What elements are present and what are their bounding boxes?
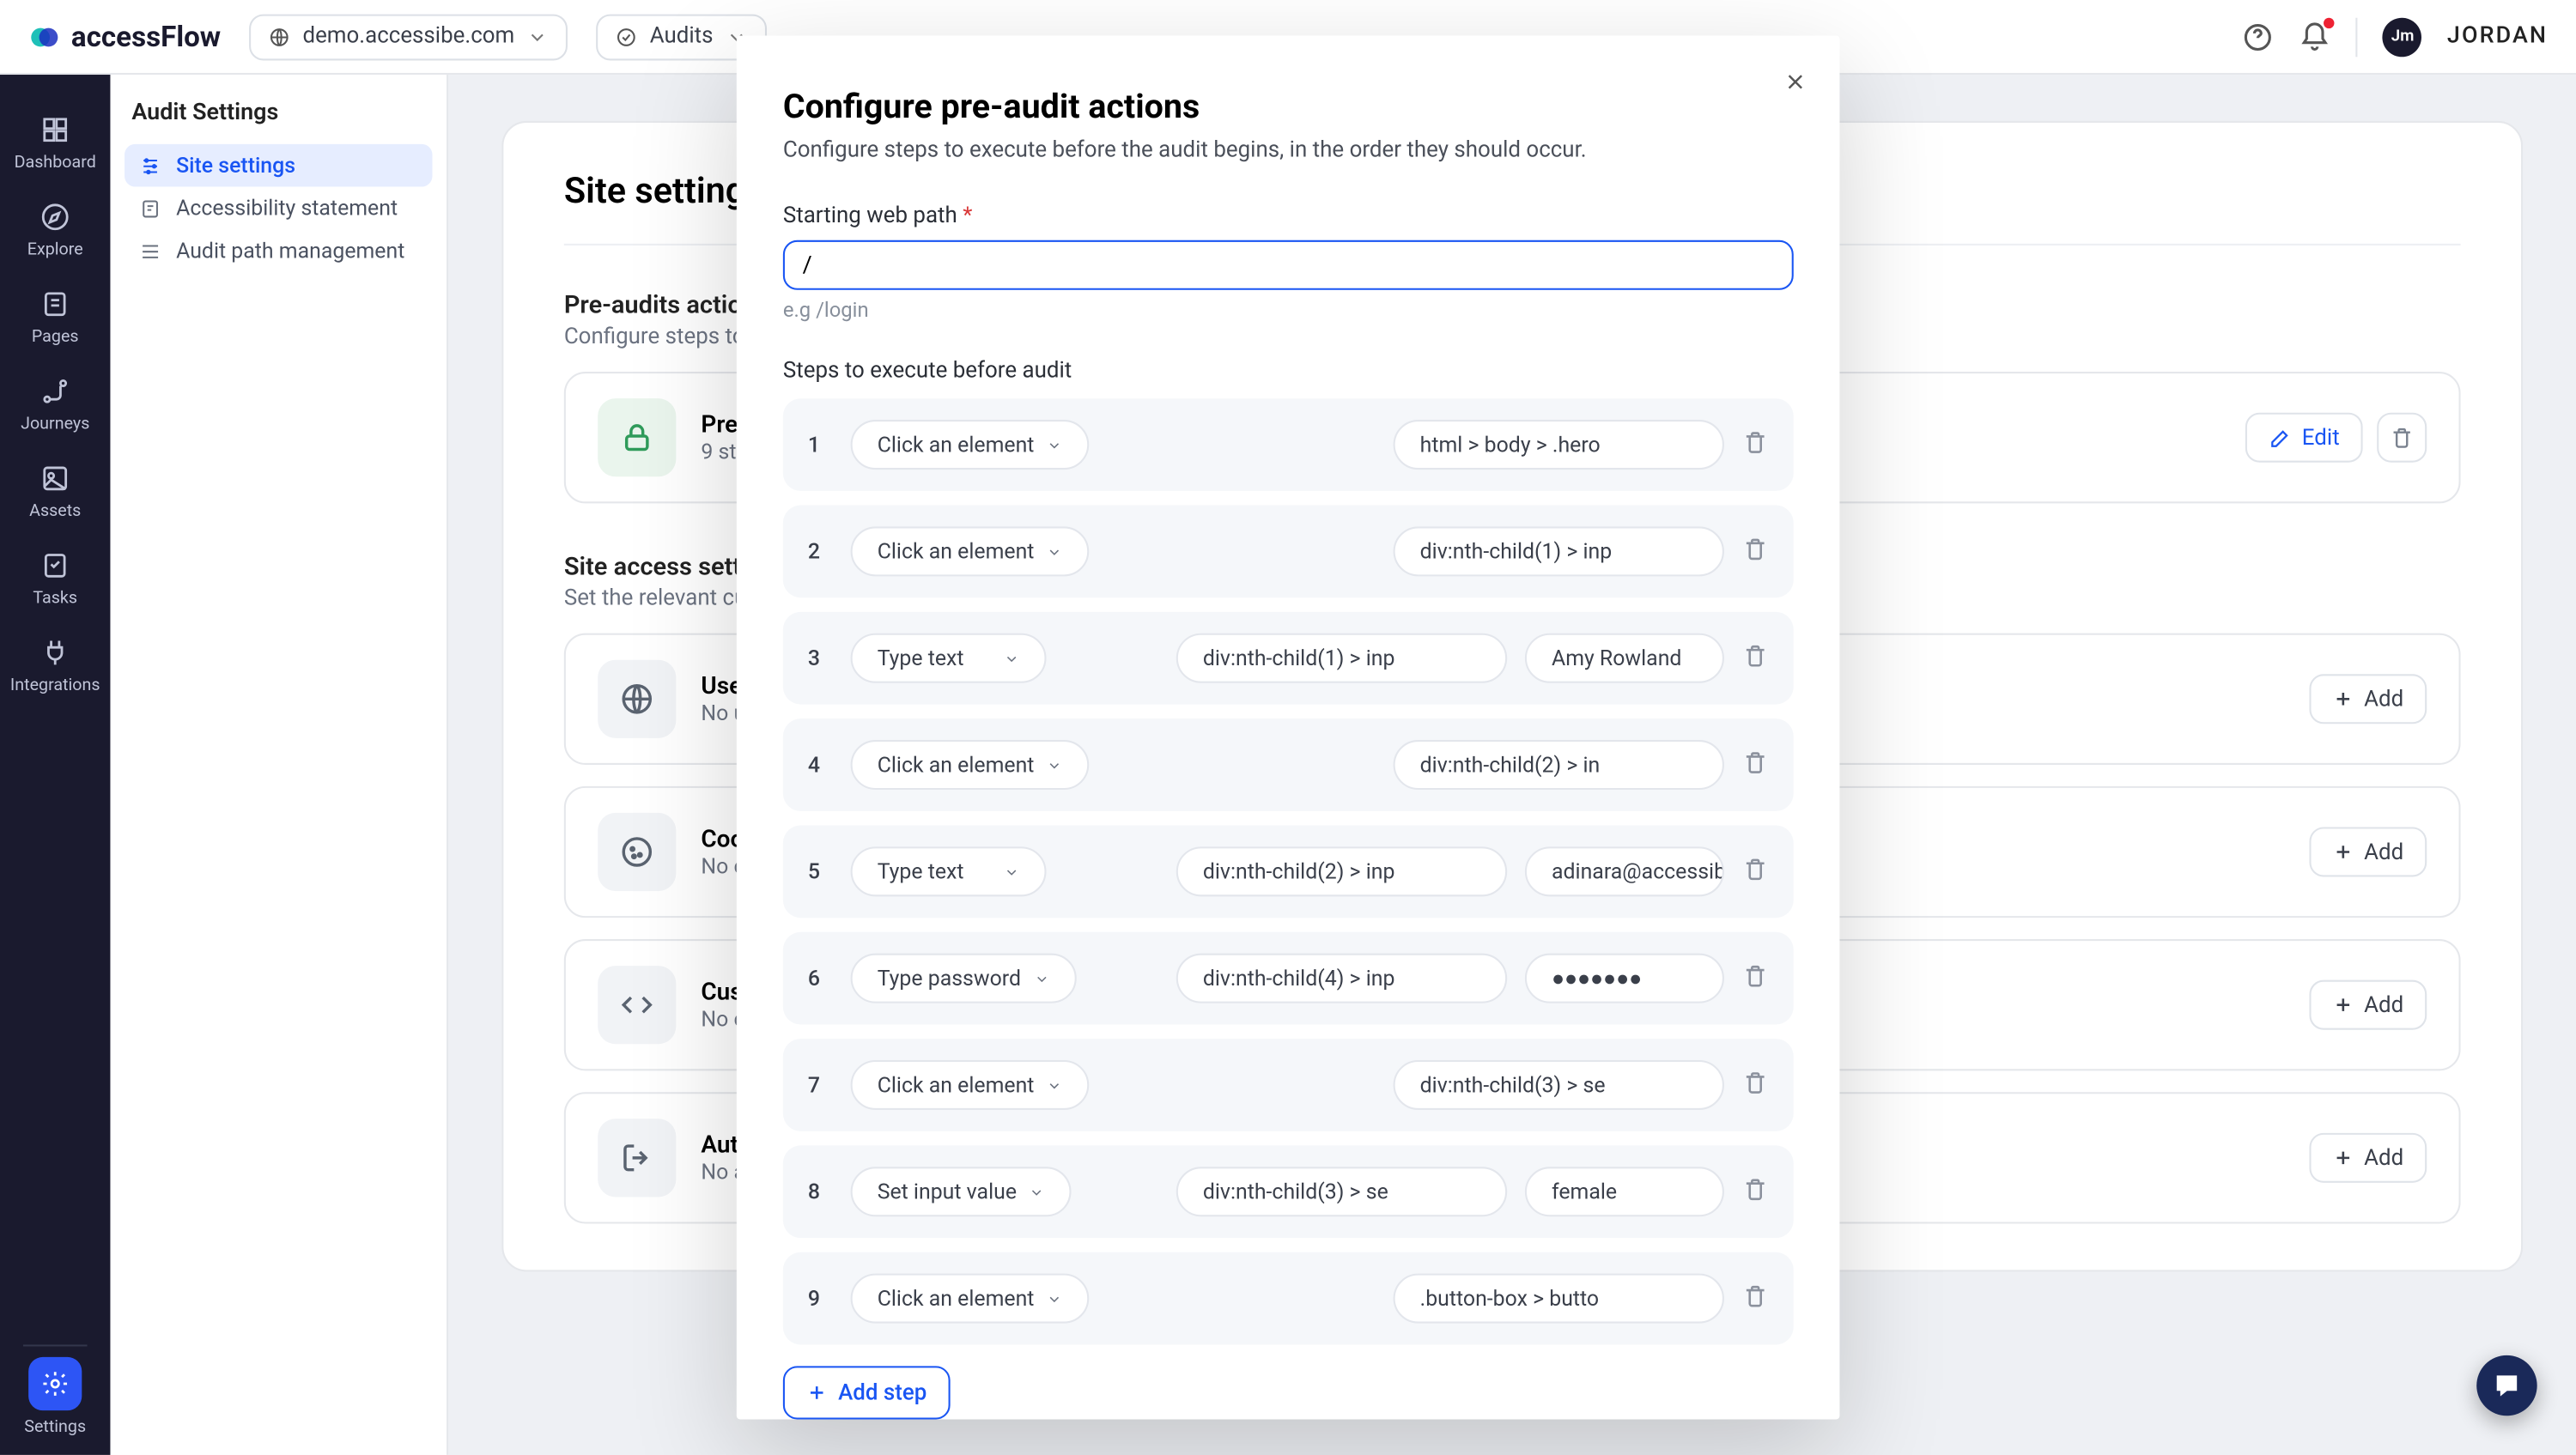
step-number: 3	[808, 646, 833, 670]
delete-step-button[interactable]	[1741, 641, 1768, 675]
chevron-down-icon	[1047, 543, 1063, 560]
step-number: 8	[808, 1179, 833, 1204]
step-number: 1	[808, 432, 833, 457]
step-action-select[interactable]: Type text	[850, 846, 1046, 896]
chevron-down-icon	[1047, 1077, 1063, 1094]
step-number: 2	[808, 539, 833, 564]
step-action-select[interactable]: Click an element	[850, 526, 1089, 576]
step-value[interactable]: female	[1525, 1167, 1724, 1216]
chevron-down-icon	[1047, 437, 1063, 453]
step-number: 7	[808, 1072, 833, 1097]
step-row-6: 6 Type password ●●●●●●●	[783, 932, 1794, 1025]
step-selector-input[interactable]	[1393, 526, 1723, 576]
step-selector-input[interactable]	[1393, 1060, 1723, 1110]
add-step-button[interactable]: Add step	[783, 1366, 950, 1419]
close-button[interactable]	[1783, 68, 1807, 101]
step-row-1: 1 Click an element	[783, 398, 1794, 491]
chevron-down-icon	[1029, 1184, 1045, 1200]
delete-step-button[interactable]	[1741, 1175, 1768, 1209]
step-action-select[interactable]: Click an element	[850, 1060, 1089, 1110]
step-action-select[interactable]: Type password	[850, 954, 1076, 1003]
chevron-down-icon	[1004, 650, 1020, 666]
step-selector-input[interactable]	[1393, 740, 1723, 790]
delete-step-button[interactable]	[1741, 427, 1768, 461]
delete-step-button[interactable]	[1741, 1282, 1768, 1315]
modal-overlay: Configure pre-audit actions Configure st…	[0, 0, 2576, 1455]
step-row-9: 9 Click an element	[783, 1252, 1794, 1345]
delete-step-button[interactable]	[1741, 855, 1768, 888]
step-selector-input[interactable]	[1176, 954, 1507, 1003]
step-number: 5	[808, 859, 833, 884]
step-selector-input[interactable]	[1176, 846, 1507, 896]
chat-fab[interactable]	[2476, 1355, 2537, 1416]
step-number: 4	[808, 752, 833, 777]
delete-step-button[interactable]	[1741, 748, 1768, 781]
step-action-select[interactable]: Click an element	[850, 1274, 1089, 1324]
delete-step-button[interactable]	[1741, 535, 1768, 568]
preaudit-modal: Configure pre-audit actions Configure st…	[737, 35, 1840, 1419]
step-row-3: 3 Type text Amy Rowland	[783, 612, 1794, 705]
step-row-2: 2 Click an element	[783, 505, 1794, 597]
step-value[interactable]: ●●●●●●●	[1525, 954, 1724, 1003]
step-value[interactable]: Amy Rowland	[1525, 634, 1724, 683]
starting-path-input[interactable]	[783, 240, 1794, 290]
delete-step-button[interactable]	[1741, 1068, 1768, 1101]
modal-subtitle: Configure steps to execute before the au…	[783, 137, 1794, 164]
step-action-select[interactable]: Click an element	[850, 740, 1089, 790]
step-action-select[interactable]: Type text	[850, 634, 1046, 683]
step-selector-input[interactable]	[1176, 1167, 1507, 1216]
step-selector-input[interactable]	[1393, 420, 1723, 470]
step-selector-input[interactable]	[1176, 634, 1507, 683]
path-hint: e.g /login	[783, 297, 1794, 322]
delete-step-button[interactable]	[1741, 961, 1768, 995]
step-action-select[interactable]: Click an element	[850, 420, 1089, 470]
path-label: Starting web path *	[783, 203, 1794, 229]
step-row-5: 5 Type text adinara@accessibe.	[783, 825, 1794, 918]
step-value[interactable]: adinara@accessibe.	[1525, 846, 1724, 896]
chevron-down-icon	[1033, 970, 1049, 986]
step-row-7: 7 Click an element	[783, 1039, 1794, 1131]
chevron-down-icon	[1004, 864, 1020, 880]
step-number: 9	[808, 1286, 833, 1311]
step-action-select[interactable]: Set input value	[850, 1167, 1072, 1216]
step-row-4: 4 Click an element	[783, 718, 1794, 811]
step-number: 6	[808, 966, 833, 991]
step-row-8: 8 Set input value female	[783, 1145, 1794, 1238]
steps-label: Steps to execute before audit	[783, 357, 1794, 384]
modal-title: Configure pre-audit actions	[783, 85, 1794, 126]
chevron-down-icon	[1047, 757, 1063, 773]
chevron-down-icon	[1047, 1290, 1063, 1306]
step-selector-input[interactable]	[1393, 1274, 1723, 1324]
